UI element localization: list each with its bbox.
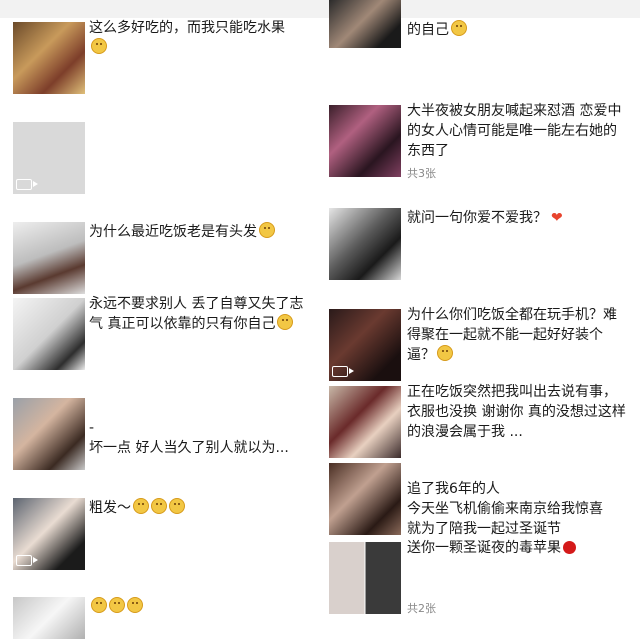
video-thumbnail[interactable] bbox=[329, 309, 401, 381]
smile-emoji-icon bbox=[451, 20, 467, 36]
post-thumbnail[interactable] bbox=[13, 22, 85, 94]
post-thumbnail[interactable] bbox=[13, 398, 85, 470]
post-thumbnail[interactable] bbox=[329, 386, 401, 458]
post-text: 正在吃饭突然把我叫出去说有事，衣服也没换 谢谢你 真的没想过这样的浪漫会属于我 … bbox=[407, 384, 626, 440]
image-count: 共3张 bbox=[407, 167, 436, 180]
post-thumbnail[interactable] bbox=[329, 208, 401, 280]
post-text: 为什么最近吃饭老是有头发 bbox=[89, 222, 309, 242]
post-thumbnail[interactable] bbox=[329, 105, 401, 177]
grimace-emoji-icon bbox=[151, 498, 167, 514]
grimace-emoji-icon bbox=[133, 498, 149, 514]
post-thumbnail[interactable] bbox=[329, 542, 401, 614]
post-thumbnail[interactable] bbox=[13, 298, 85, 370]
post-thumbnail[interactable] bbox=[13, 597, 85, 639]
feed-right-column: 的自己 大半夜被女朋友喊起来怼酒 恋爱中的女人心情可能是唯一能左右她的东西了 共… bbox=[320, 0, 640, 639]
video-icon bbox=[332, 366, 354, 377]
video-thumbnail[interactable] bbox=[13, 122, 85, 194]
post-text bbox=[89, 597, 309, 617]
video-thumbnail[interactable] bbox=[13, 498, 85, 570]
video-icon bbox=[16, 179, 38, 190]
image-count: 共2张 bbox=[407, 602, 436, 615]
grimace-emoji-icon bbox=[127, 597, 143, 613]
post-text: 大半夜被女朋友喊起来怼酒 恋爱中的女人心情可能是唯一能左右她的东西了 bbox=[407, 103, 622, 159]
video-icon bbox=[16, 555, 38, 566]
post-text: 这么多好吃的，而我只能吃水果 bbox=[89, 18, 309, 58]
grimace-emoji-icon bbox=[109, 597, 125, 613]
post-text: 为什么你们吃饭全都在玩手机？难得聚在一起就不能一起好好装个逼？ bbox=[407, 307, 617, 363]
pensive-emoji-icon bbox=[259, 222, 275, 238]
post-thumbnail[interactable] bbox=[13, 222, 85, 294]
apple-icon bbox=[563, 541, 576, 554]
grimace-emoji-icon bbox=[91, 597, 107, 613]
post-text: 粗发～ bbox=[89, 498, 309, 518]
smile-emoji-icon bbox=[437, 345, 453, 361]
post-text: 追了我6年的人 今天坐飞机偷偷来南京给我惊喜 就为了陪我一起过圣诞节 bbox=[407, 481, 603, 537]
post-text: - 坏一点 好人当久了别人就以为... bbox=[89, 420, 289, 456]
post-text: 就问一句你爱不爱我？ ❤ bbox=[407, 210, 563, 226]
smile-emoji-icon bbox=[91, 38, 107, 54]
grimace-emoji-icon bbox=[169, 498, 185, 514]
post-text: 的自己 bbox=[407, 20, 629, 40]
post-text: 送你一颗圣诞夜的毒苹果 bbox=[407, 538, 629, 558]
post-thumbnail[interactable] bbox=[329, 0, 401, 48]
post-thumbnail[interactable] bbox=[329, 463, 401, 535]
feed-left-column: 这么多好吃的，而我只能吃水果 为什么最近吃饭老是有头发 永远不要求别人 丢了自尊… bbox=[0, 0, 320, 639]
post-text: 永远不要求别人 丢了自尊又失了志气 真正可以依靠的只有你自己 bbox=[89, 296, 304, 332]
smile-emoji-icon bbox=[277, 314, 294, 330]
heart-icon: ❤ bbox=[551, 210, 563, 226]
